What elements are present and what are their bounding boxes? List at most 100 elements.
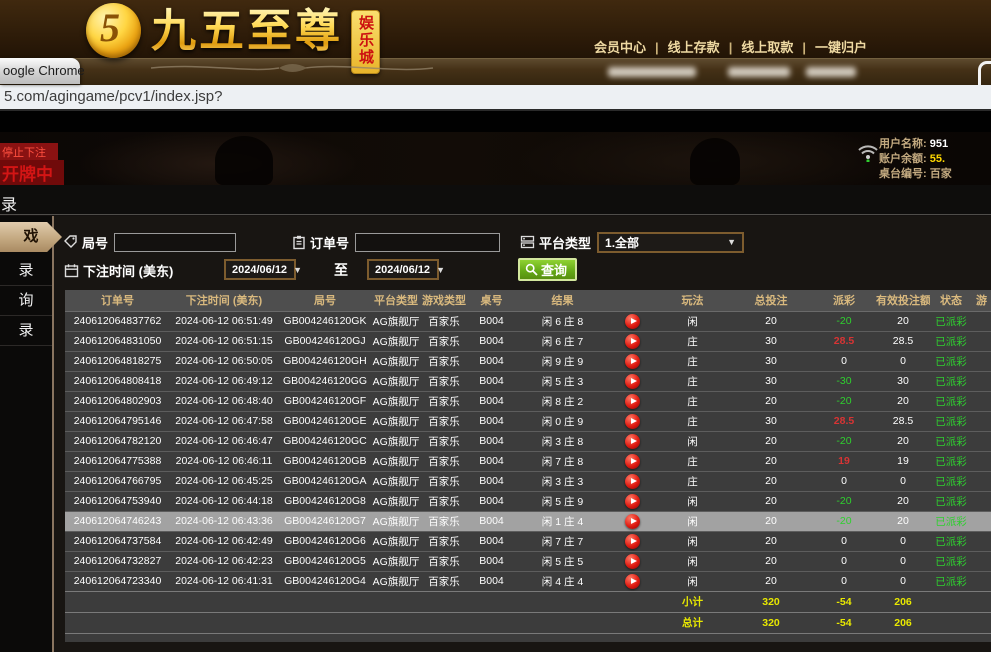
- sidebar-item-2[interactable]: 录: [0, 256, 52, 286]
- dealer-silhouette: [215, 136, 273, 185]
- table-row[interactable]: 2406120648310502024-06-12 06:51:15GB0042…: [65, 331, 991, 351]
- table-row[interactable]: 2406120647821202024-06-12 06:46:47GB0042…: [65, 431, 991, 451]
- cell: 闲 5 庄 3: [515, 371, 610, 391]
- table-row[interactable]: 2406120647753882024-06-12 06:46:11GB0042…: [65, 451, 991, 471]
- play-icon[interactable]: [625, 374, 640, 389]
- play-icon[interactable]: [625, 514, 640, 529]
- cell: 240612064766795: [65, 471, 170, 491]
- site-header: 5 九五至尊 娱乐城 会员中心|线上存款|线上取款|一键归户: [0, 0, 991, 58]
- platform-type-label: 平台类型: [539, 233, 591, 252]
- cell: 百家乐: [420, 371, 468, 391]
- play-icon[interactable]: [625, 354, 640, 369]
- cell: 闲 5 庄 5: [515, 551, 610, 571]
- dealer-silhouette: [690, 138, 740, 185]
- date-to-select[interactable]: 2024/06/12 ▼: [367, 259, 439, 280]
- table-bottom-pad: [65, 633, 991, 642]
- nav-link-1[interactable]: 会员中心: [590, 40, 650, 55]
- cell-playtype: 庄: [655, 371, 730, 391]
- search-button[interactable]: 查询: [518, 258, 577, 281]
- table-row[interactable]: 2406120647667952024-06-12 06:45:25GB0042…: [65, 471, 991, 491]
- nav-link-3[interactable]: 线上取款: [737, 40, 797, 55]
- platform-type-select[interactable]: 1.全部 ▼: [597, 232, 744, 253]
- cell-playtype: 闲: [655, 551, 730, 571]
- cell: 闲 7 庄 8: [515, 451, 610, 471]
- nav-link-4[interactable]: 一键归户: [811, 40, 871, 55]
- cell-total-bet: 20: [730, 311, 812, 331]
- cell: 闲 4 庄 4: [515, 571, 610, 591]
- play-icon[interactable]: [625, 454, 640, 469]
- col-header-14: 游: [972, 290, 991, 311]
- cell: 闲 9 庄 9: [515, 351, 610, 371]
- cell-extra: [972, 471, 991, 491]
- address-bar[interactable]: 5.com/agingame/pcv1/index.jsp?: [0, 85, 991, 111]
- cell-payout: -20: [812, 511, 876, 531]
- cell-extra: [972, 311, 991, 331]
- play-icon[interactable]: [625, 574, 640, 589]
- cell: 百家乐: [420, 531, 468, 551]
- table-row[interactable]: 2406120648084182024-06-12 06:49:12GB0042…: [65, 371, 991, 391]
- cell: AG旗舰厅: [372, 491, 420, 511]
- table-row[interactable]: 2406120648377622024-06-12 06:51:49GB0042…: [65, 311, 991, 331]
- date-from-select[interactable]: 2024/06/12 ▼: [224, 259, 296, 280]
- cell-replay: [610, 331, 655, 351]
- sidebar-item-4[interactable]: 录: [0, 316, 52, 346]
- cell: 240612064795146: [65, 411, 170, 431]
- grand-total-valid-bet: 206: [876, 612, 930, 633]
- black-strip: [0, 111, 991, 132]
- table-row[interactable]: 2406120647375842024-06-12 06:42:49GB0042…: [65, 531, 991, 551]
- play-icon[interactable]: [625, 474, 640, 489]
- status-badge: 已派彩: [930, 491, 972, 511]
- cell: 2024-06-12 06:46:11: [170, 451, 278, 471]
- sidebar-item-1[interactable]: 戏: [0, 222, 62, 252]
- nav-separator: |: [650, 40, 664, 55]
- cell-valid-bet: 28.5: [876, 331, 930, 351]
- cell-replay: [610, 311, 655, 331]
- play-icon[interactable]: [625, 414, 640, 429]
- table-row[interactable]: 2406120647233402024-06-12 06:41:31GB0042…: [65, 571, 991, 591]
- cell-valid-bet: 20: [876, 391, 930, 411]
- cell: 240612064746243: [65, 511, 170, 531]
- sidebar-item-3[interactable]: 询: [0, 286, 52, 316]
- cell: 闲 3 庄 3: [515, 471, 610, 491]
- main-area: 戏录询录 局号 订单号: [0, 216, 991, 652]
- coin-digit: 5: [100, 4, 120, 51]
- nav-link-2[interactable]: 线上存款: [664, 40, 724, 55]
- subtotal-empty2: [972, 591, 991, 612]
- table-row[interactable]: 2406120647539402024-06-12 06:44:18GB0042…: [65, 491, 991, 511]
- table-row[interactable]: 2406120648182752024-06-12 06:50:05GB0042…: [65, 351, 991, 371]
- cell: 闲 6 庄 8: [515, 311, 610, 331]
- cell-payout: -20: [812, 391, 876, 411]
- table-row[interactable]: 2406120647462432024-06-12 06:43:36GB0042…: [65, 511, 991, 531]
- cell-total-bet: 30: [730, 351, 812, 371]
- play-icon[interactable]: [625, 394, 640, 409]
- table-row[interactable]: 2406120648029032024-06-12 06:48:40GB0042…: [65, 391, 991, 411]
- play-icon[interactable]: [625, 334, 640, 349]
- calendar-icon: [64, 263, 79, 278]
- cell: 240612064802903: [65, 391, 170, 411]
- play-icon[interactable]: [625, 494, 640, 509]
- order-number-input[interactable]: [355, 233, 500, 252]
- table-row[interactable]: 2406120647951462024-06-12 06:47:58GB0042…: [65, 411, 991, 431]
- col-header-7: 结果: [515, 290, 610, 311]
- cell: B004: [468, 331, 515, 351]
- table-row[interactable]: 2406120647328272024-06-12 06:42:23GB0042…: [65, 551, 991, 571]
- play-icon[interactable]: [625, 314, 640, 329]
- cell-playtype: 庄: [655, 471, 730, 491]
- cell-total-bet: 20: [730, 471, 812, 491]
- cell-playtype: 庄: [655, 331, 730, 351]
- cell-payout: 19: [812, 451, 876, 471]
- clipboard-icon: [292, 235, 306, 250]
- cell-extra: [972, 551, 991, 571]
- play-icon[interactable]: [625, 434, 640, 449]
- cell-payout: 0: [812, 571, 876, 591]
- play-icon[interactable]: [625, 554, 640, 569]
- play-icon[interactable]: [625, 534, 640, 549]
- cell-valid-bet: 0: [876, 351, 930, 371]
- cell-extra: [972, 351, 991, 371]
- cell-total-bet: 20: [730, 451, 812, 471]
- col-header-6: 桌号: [468, 290, 515, 311]
- subtotal-payout: -54: [812, 591, 876, 612]
- cell-extra: [972, 391, 991, 411]
- cell: 2024-06-12 06:50:05: [170, 351, 278, 371]
- round-number-input[interactable]: [114, 233, 236, 252]
